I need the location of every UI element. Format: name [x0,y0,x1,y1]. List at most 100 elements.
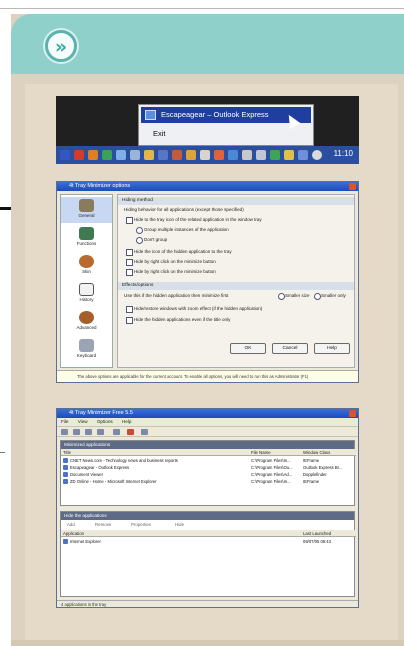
options-status-bar: The above options are applicable for the… [57,370,358,382]
menu-view[interactable]: View [78,419,88,424]
column-application[interactable]: Application [61,530,301,537]
table-row[interactable]: CNET News.com - Technology news and busi… [61,458,354,464]
tray-app-icon[interactable] [284,150,294,160]
sidebar-item-history[interactable]: History [61,281,112,307]
tray-app-icon[interactable] [186,150,196,160]
options-window: 4t Tray Minimizer options General Functi… [56,181,359,383]
tray-app-icon[interactable] [130,150,140,160]
option-checkbox[interactable]: Hide/restore windows with zoom effect (i… [126,305,262,313]
sidebar-item-skin[interactable]: Skin [61,253,112,279]
cancel-button[interactable]: Cancel [272,343,308,354]
effect-radio[interactable]: Smaller only [314,292,346,300]
help-icon[interactable] [141,429,148,435]
window-title: 4t Tray Minimizer Free 5.5 [69,410,133,416]
history-icon [79,283,94,296]
option-checkbox[interactable]: Hide by right click on the minimize butt… [126,268,216,276]
app-icon [63,472,68,477]
tray-app-icon[interactable] [312,150,322,160]
table-row[interactable]: Document Viewer C:\Program Files\Ad... D… [61,472,354,478]
option-radio[interactable]: Don't group [136,236,167,244]
tray-app-icon[interactable] [228,150,238,160]
list-header: Hide the applications [61,512,354,520]
panel-header: » [11,14,404,74]
tray-app-icon[interactable] [214,150,224,160]
panel-footer [11,640,404,646]
sidebar-item-functions[interactable]: Functions [61,225,112,251]
hide-apps-list: Hide the applications Add Remove Propert… [60,511,356,597]
favorite-icon[interactable] [127,429,134,435]
functions-icon [79,227,94,240]
ok-button[interactable]: OK [230,343,266,354]
option-checkbox[interactable]: Hide to the tray icon of the related app… [126,216,262,224]
hide-icon[interactable] [85,429,92,435]
options-titlebar: 4t Tray Minimizer options [57,182,358,191]
menu-help[interactable]: Help [122,419,131,424]
section-heading: Hiding method [118,197,354,205]
outlook-icon [145,110,156,120]
tray-app-icon[interactable] [172,150,182,160]
add-button[interactable]: Add [67,522,75,527]
tray-app-icon[interactable] [270,150,280,160]
settings-icon[interactable] [97,429,104,435]
keyboard-icon [79,339,94,352]
menu-options[interactable]: Options [97,419,113,424]
remove-button[interactable]: Remove [95,522,111,527]
options-content: Hiding method Hiding behavior for all ap… [117,194,355,368]
list-header: Minimized applications [61,441,354,449]
sidebar-item-keyboard[interactable]: Keyboard [61,337,112,363]
tray-app-icon[interactable] [60,150,70,160]
close-icon[interactable] [349,183,356,190]
tray-app-icon[interactable] [242,150,252,160]
properties-button[interactable]: Properties [131,522,151,527]
tray-app-icon[interactable] [298,150,308,160]
tray-app-icon[interactable] [102,150,112,160]
option-checkbox[interactable]: Hide by right click on the minimize butt… [126,258,216,266]
option-checkbox[interactable]: Hide the hidden applications even if the… [126,316,230,324]
effect-radio[interactable]: Smaller size [278,292,310,300]
option-radio[interactable]: Group multiple instances of the applicat… [136,226,229,234]
tray-menu-screenshot: Escapeagear – Outlook Express Exit 11:10 [56,96,359,164]
menu-file[interactable]: File [61,419,68,424]
restore-icon[interactable] [73,429,80,435]
app-icon [63,479,68,484]
clock: 11:10 [333,149,353,158]
option-checkbox[interactable]: Hide the icon of the hidden application … [126,248,232,256]
menu-bar: File View Options Help [57,418,358,426]
tray-app-icon[interactable] [256,150,266,160]
column-class[interactable]: Window Class [301,449,356,456]
window-title: 4t Tray Minimizer options [69,183,131,189]
sidebar-item-general[interactable]: General [61,197,112,223]
general-icon [79,199,94,212]
app-icon [63,539,68,544]
tray-app-icon[interactable] [158,150,168,160]
help-button[interactable]: Help [314,343,350,354]
main-status-bar: 4 applications in the tray [57,600,358,607]
tray-app-icon[interactable] [200,150,210,160]
section-heading: Effects/options [118,282,354,290]
tray-icon[interactable] [113,429,120,435]
hide-button[interactable]: Hide [175,522,184,527]
table-row[interactable]: ZD Online - Home - Microsoft Internet Ex… [61,479,354,485]
close-icon[interactable] [349,410,356,417]
column-title[interactable]: Title [61,449,249,456]
taskbar: 11:10 [56,146,359,164]
back-icon[interactable] [61,429,68,435]
page-tick [0,452,5,453]
sidebar-item-advanced[interactable]: Advanced [61,309,112,335]
tray-app-icon[interactable] [144,150,154,160]
main-titlebar: 4t Tray Minimizer Free 5.5 [57,409,358,418]
options-sidebar: General Functions Skin History Advanced … [60,194,113,368]
exit-menu-item[interactable]: Exit [153,129,166,138]
tray-app-icon[interactable] [74,150,84,160]
next-arrow-icon: » [45,30,77,62]
table-row[interactable]: Escapeagear - Outlook Express C:\Program… [61,465,354,471]
section-subheading: Hiding behavior for all applications (ex… [124,207,244,212]
column-file[interactable]: File Name [249,449,301,456]
column-last-launched[interactable]: Last Launched [301,530,356,537]
tray-app-icon[interactable] [116,150,126,160]
main-window: 4t Tray Minimizer Free 5.5 File View Opt… [56,408,359,608]
tray-app-icon[interactable] [88,150,98,160]
table-row[interactable]: Internet Explorer 09/07/05 08:43 [61,539,354,545]
advanced-icon [79,311,94,324]
app-icon [63,458,68,463]
